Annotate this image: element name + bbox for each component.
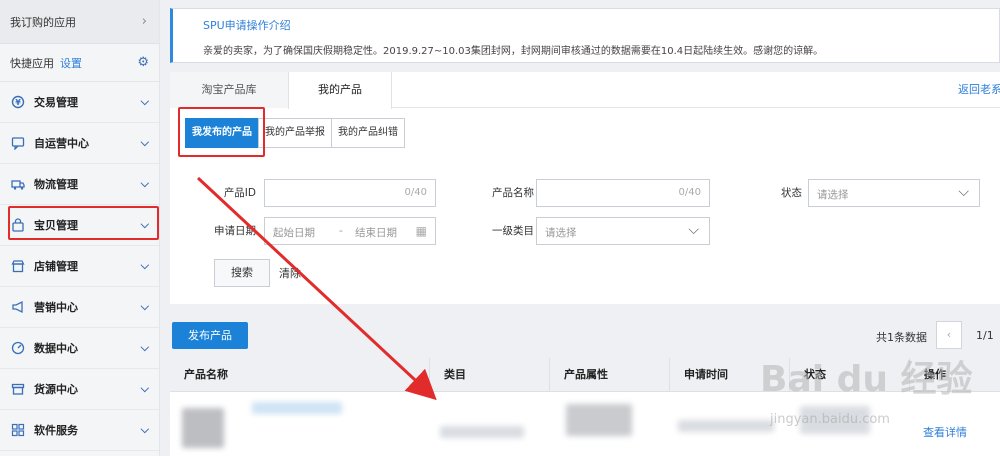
watermark-logo: Bai du 经验 xyxy=(760,359,973,400)
watermark-url: jingyan.baidu.com xyxy=(770,412,890,427)
seller-center-page: 我订购的应用 › 快捷应用 设置 ⚙ ¥ 交易管理 ⌵ 自运营中心 ⌵ 物流管理… xyxy=(0,0,1000,456)
